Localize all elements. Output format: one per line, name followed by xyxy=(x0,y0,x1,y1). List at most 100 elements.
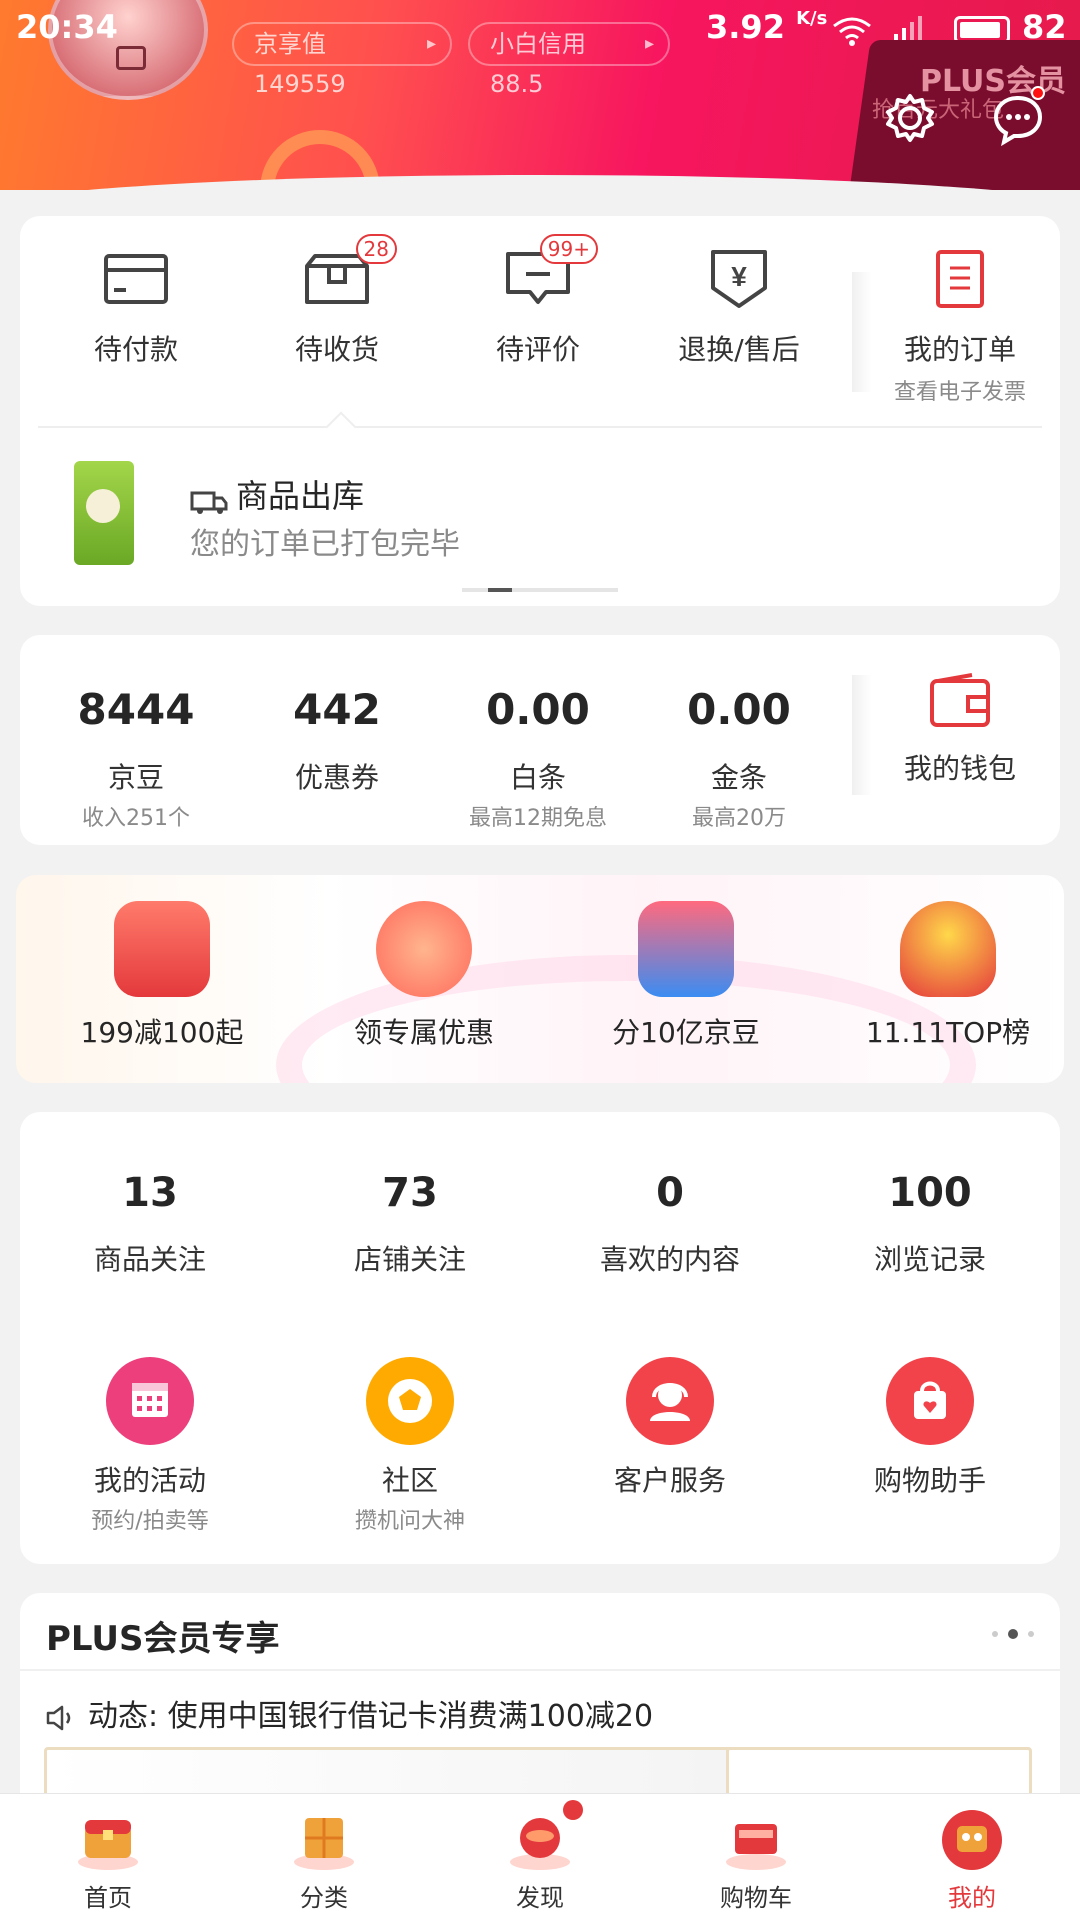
plus-section-title: PLUS会员专享 xyxy=(46,1619,280,1659)
order-divider-line xyxy=(38,426,1042,428)
shopping-cart-icon xyxy=(721,1806,791,1872)
browsing-history[interactable]: 100 浏览记录 xyxy=(810,1170,1050,1278)
wallet-label: 金条 xyxy=(710,761,767,794)
nav-label: 分类 xyxy=(300,1884,348,1912)
tool-label: 购物助手 xyxy=(873,1464,986,1497)
invoice-link[interactable]: 查看电子发票 xyxy=(860,374,1060,406)
promo-exclusive[interactable]: 领专属优惠 xyxy=(304,901,544,1051)
nav-discover[interactable]: 发现 xyxy=(432,1800,648,1913)
nav-label: 购物车 xyxy=(720,1884,792,1912)
coupon-item[interactable]: 442 优惠券 xyxy=(237,685,437,796)
order-pending-review[interactable]: 99+ 待评价 xyxy=(438,234,638,368)
stat-count: 13 xyxy=(122,1170,178,1216)
order-count-badge: 28 xyxy=(355,234,397,264)
wallet-label: 白条 xyxy=(509,761,566,794)
stat-label: 店铺关注 xyxy=(353,1243,466,1276)
settings-gear-icon[interactable] xyxy=(882,90,938,146)
jintiao-amount: 0.00 xyxy=(687,685,791,734)
wallet-sub: 最高20万 xyxy=(692,806,786,831)
order-label: 退换/售后 xyxy=(678,333,800,366)
nav-home[interactable]: 首页 xyxy=(0,1806,216,1913)
jingxiang-value-pill[interactable]: 京享值149559 xyxy=(232,22,452,98)
wallet-icon xyxy=(928,673,992,729)
order-label: 待收货 xyxy=(294,333,379,366)
promo-label: 领专属优惠 xyxy=(353,1016,494,1049)
wallet-card-icon xyxy=(100,246,172,310)
wallet-label: 京豆 xyxy=(107,761,164,794)
bottom-nav: 首页 分类 发现 购物车 我的 xyxy=(0,1793,1080,1920)
nav-label: 首页 xyxy=(84,1884,132,1912)
yen-shield-icon: ¥ xyxy=(703,246,775,310)
calendar-icon xyxy=(106,1357,194,1445)
my-activities[interactable]: 我的活动 预约/拍卖等 xyxy=(30,1357,270,1535)
status-time: 20:34 xyxy=(16,8,118,46)
boxes-icon xyxy=(289,1806,359,1872)
my-wallet[interactable]: 我的钱包 xyxy=(860,673,1060,787)
wallet-label: 我的钱包 xyxy=(903,752,1016,785)
order-pending-receipt[interactable]: 28 待收货 xyxy=(237,234,437,368)
customer-service[interactable]: 客户服务 xyxy=(550,1357,790,1499)
svg-text:¥: ¥ xyxy=(731,261,747,292)
jingdou-item[interactable]: 8444 京豆 收入251个 xyxy=(36,685,236,832)
jingdou-count: 8444 xyxy=(77,685,195,734)
promo-jingdou[interactable]: 分10亿京豆 xyxy=(566,901,806,1051)
shopping-assistant[interactable]: 购物助手 xyxy=(810,1357,1050,1499)
stat-count: 0 xyxy=(656,1170,684,1216)
logistics-pager xyxy=(462,588,618,592)
tool-sub: 攒机问大神 xyxy=(354,1509,465,1534)
promo-label: 11.11TOP榜 xyxy=(865,1016,1031,1049)
nav-label: 发现 xyxy=(516,1884,564,1912)
arcade-machine-icon xyxy=(638,901,734,997)
wifi-icon xyxy=(832,16,872,46)
stat-label: 喜欢的内容 xyxy=(599,1243,740,1276)
discover-notification-dot xyxy=(563,1800,583,1820)
wallet-label: 优惠券 xyxy=(294,761,379,794)
carousel-dots xyxy=(992,1629,1042,1639)
activity-card: 13 商品关注 73 店铺关注 0 喜欢的内容 100 浏览记录 我的活动 预约… xyxy=(20,1112,1060,1564)
logistics-detail: 您的订单已打包完毕 xyxy=(190,527,460,562)
baitiao-amount: 0.00 xyxy=(486,685,590,734)
order-label: 待付款 xyxy=(93,333,178,366)
nav-category[interactable]: 分类 xyxy=(216,1806,432,1913)
speaker-icon xyxy=(44,1703,78,1733)
promo-label: 分10亿京豆 xyxy=(612,1016,760,1049)
logistics-status[interactable]: 商品出库 xyxy=(190,471,364,517)
followed-shops[interactable]: 73 店铺关注 xyxy=(290,1170,530,1278)
network-speed: 3.92 K/s xyxy=(706,8,828,46)
promo-card: 199减100起 领专属优惠 分10亿京豆 11.11TOP榜 xyxy=(16,875,1064,1083)
wallet-sub: 最高12期免息 xyxy=(469,806,607,831)
wallet-sub: 收入251个 xyxy=(82,806,190,831)
tool-label: 社区 xyxy=(381,1464,438,1497)
treasure-chest-icon xyxy=(73,1806,143,1872)
liked-content[interactable]: 0 喜欢的内容 xyxy=(550,1170,790,1278)
shopping-bag-icon xyxy=(886,1357,974,1445)
jintiao-item[interactable]: 0.00 金条 最高20万 xyxy=(639,685,839,832)
comment-icon: 99+ xyxy=(502,234,598,310)
package-icon: 28 xyxy=(301,234,397,310)
headset-agent-icon xyxy=(626,1357,714,1445)
order-pending-payment[interactable]: 待付款 xyxy=(36,246,236,368)
order-card: 待付款 28 待收货 99+ 待评价 ¥ 退换/售后 我的订单 查看电子发票 商… xyxy=(20,216,1060,606)
promo-discount[interactable]: 199减100起 xyxy=(42,901,282,1051)
pentagon-icon xyxy=(366,1357,454,1445)
community[interactable]: 社区 攒机问大神 xyxy=(290,1357,530,1535)
plus-notice[interactable]: 动态: 使用中国银行借记卡消费满100减20 xyxy=(44,1691,653,1735)
plus-divider xyxy=(20,1669,1060,1671)
robot-avatar-icon xyxy=(937,1806,1007,1872)
review-count-badge: 99+ xyxy=(539,234,598,264)
product-thumbnail[interactable] xyxy=(74,461,134,565)
nav-mine[interactable]: 我的 xyxy=(864,1806,1080,1913)
baitiao-item[interactable]: 0.00 白条 最高12期免息 xyxy=(438,685,638,832)
order-pointer xyxy=(325,411,357,443)
followed-products[interactable]: 13 商品关注 xyxy=(30,1170,270,1278)
nav-cart[interactable]: 购物车 xyxy=(648,1806,864,1913)
xiaobai-credit-pill[interactable]: 小白信用88.5 xyxy=(468,22,670,98)
stat-count: 100 xyxy=(888,1170,972,1216)
my-orders[interactable]: 我的订单 查看电子发票 xyxy=(860,246,1060,406)
order-label: 待评价 xyxy=(495,333,580,366)
order-returns[interactable]: ¥ 退换/售后 xyxy=(639,246,839,368)
promo-top-list[interactable]: 11.11TOP榜 xyxy=(828,901,1064,1051)
stat-count: 73 xyxy=(382,1170,438,1216)
coupon-count: 442 xyxy=(293,685,381,734)
wallet-card: 8444 京豆 收入251个 442 优惠券 0.00 白条 最高12期免息 0… xyxy=(20,635,1060,845)
